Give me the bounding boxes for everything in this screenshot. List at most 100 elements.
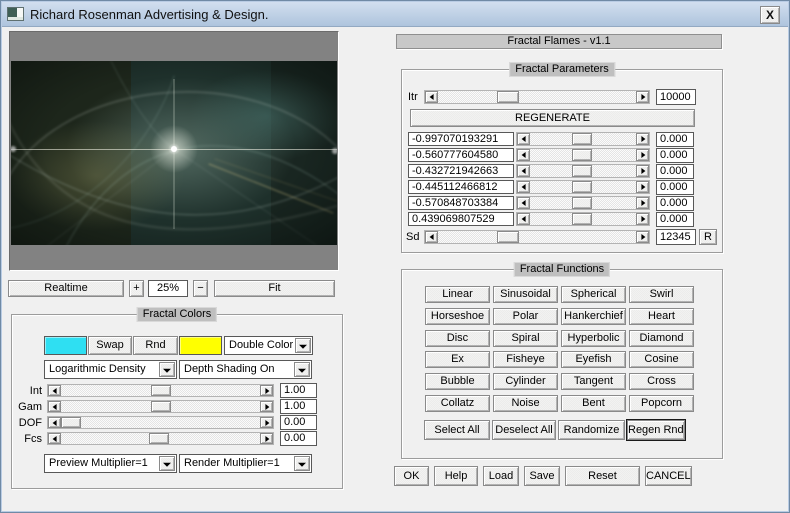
dialog-button-save[interactable]: Save [524,466,560,486]
random-seed-button[interactable]: R [699,229,717,245]
color-swatch-b[interactable] [179,336,222,355]
function-button-heart[interactable]: Heart [629,307,694,325]
function-button-cross[interactable]: Cross [629,373,694,391]
color-swatch-a[interactable] [44,336,87,355]
parameter-scrollbar[interactable] [516,164,650,178]
depth-shading-select[interactable]: Depth Shading On [179,360,312,379]
parameter-delta-field[interactable]: 0.000 [656,147,694,163]
slider-scrollbar[interactable] [47,416,274,429]
scroll-right-button[interactable] [636,213,649,225]
scroll-thumb[interactable] [572,133,593,145]
function-button-bent[interactable]: Bent [561,394,626,412]
dialog-button-reset[interactable]: Reset [565,466,640,486]
scroll-track[interactable] [61,401,260,412]
function-button-cosine[interactable]: Cosine [629,351,694,369]
scroll-left-button[interactable] [48,433,61,444]
parameter-value-input[interactable]: -0.560777604580 [408,148,514,162]
swap-colors-button[interactable]: Swap [88,336,132,355]
function-button-linear[interactable]: Linear [425,286,490,303]
action-button-select-all[interactable]: Select All [424,420,490,440]
regenerate-button[interactable]: REGENERATE [410,109,695,127]
dialog-button-load[interactable]: Load [483,466,519,486]
slider-value-field[interactable]: 1.00 [280,383,317,398]
scroll-right-button[interactable] [260,401,273,412]
dropdown-arrow-icon[interactable] [295,338,311,353]
preview-multiplier-select[interactable]: Preview Multiplier=1 [44,454,177,473]
scroll-track[interactable] [61,417,260,428]
seed-value-field[interactable]: 12345 [656,229,696,245]
close-button[interactable]: X [760,6,780,24]
scroll-right-button[interactable] [260,385,273,396]
scroll-thumb[interactable] [572,181,593,193]
scroll-right-button[interactable] [636,133,649,145]
scroll-right-button[interactable] [636,197,649,209]
function-button-hyperbolic[interactable]: Hyperbolic [561,329,626,347]
scroll-thumb[interactable] [150,401,171,412]
function-button-polar[interactable]: Polar [493,307,558,325]
scroll-track[interactable] [61,385,260,396]
parameter-scrollbar[interactable] [516,196,650,210]
parameter-value-input[interactable]: -0.432721942663 [408,164,514,178]
scroll-left-button[interactable] [425,231,438,243]
scroll-left-button[interactable] [517,165,530,177]
scroll-right-button[interactable] [636,165,649,177]
slider-value-field[interactable]: 0.00 [280,431,317,446]
function-button-cylinder[interactable]: Cylinder [493,373,558,391]
random-colors-button[interactable]: Rnd [133,336,178,355]
slider-scrollbar[interactable] [47,432,274,445]
scroll-left-button[interactable] [517,181,530,193]
function-button-spiral[interactable]: Spiral [493,329,558,347]
scroll-thumb[interactable] [572,213,593,225]
scroll-thumb[interactable] [148,433,169,444]
parameter-delta-field[interactable]: 0.000 [656,131,694,147]
zoom-out-button[interactable]: − [193,280,208,297]
scroll-right-button[interactable] [636,91,649,103]
scroll-thumb[interactable] [572,197,593,209]
action-button-deselect-all[interactable]: Deselect All [492,420,556,440]
fit-button[interactable]: Fit [214,280,335,297]
parameter-scrollbar[interactable] [516,212,650,226]
function-button-tangent[interactable]: Tangent [561,373,626,391]
scroll-right-button[interactable] [636,231,649,243]
double-color-select[interactable]: Double Color [224,336,313,355]
iterations-value-field[interactable]: 10000 [656,89,696,105]
scroll-track[interactable] [61,433,260,444]
scroll-right-button[interactable] [260,433,273,444]
action-button-randomize[interactable]: Randomize [558,420,625,440]
function-button-popcorn[interactable]: Popcorn [629,394,694,412]
scroll-track[interactable] [530,197,636,209]
scroll-track[interactable] [530,181,636,193]
scroll-left-button[interactable] [517,133,530,145]
render-multiplier-select[interactable]: Render Multiplier=1 [179,454,312,473]
parameter-delta-field[interactable]: 0.000 [656,179,694,195]
scroll-track[interactable] [530,213,636,225]
scroll-left-button[interactable] [517,149,530,161]
function-button-collatz[interactable]: Collatz [425,394,490,412]
parameter-scrollbar[interactable] [516,148,650,162]
scroll-thumb[interactable] [497,91,520,103]
parameter-value-input[interactable]: -0.997070193291 [408,132,514,146]
slider-scrollbar[interactable] [47,384,274,397]
slider-scrollbar[interactable] [47,400,274,413]
scroll-right-button[interactable] [636,181,649,193]
seed-scrollbar[interactable] [424,230,650,244]
parameter-value-input[interactable]: 0.439069807529 [408,212,514,226]
zoom-in-button[interactable]: + [129,280,144,297]
scroll-left-button[interactable] [48,417,61,428]
scroll-left-button[interactable] [48,385,61,396]
function-button-noise[interactable]: Noise [493,394,558,412]
parameter-delta-field[interactable]: 0.000 [656,163,694,179]
iterations-scrollbar[interactable] [424,90,650,104]
scroll-thumb[interactable] [572,165,593,177]
scroll-track[interactable] [438,231,636,243]
slider-value-field[interactable]: 0.00 [280,415,317,430]
dropdown-arrow-icon[interactable] [159,362,175,377]
scroll-left-button[interactable] [517,197,530,209]
dialog-button-ok[interactable]: OK [394,466,429,486]
function-button-fisheye[interactable]: Fisheye [493,351,558,369]
dialog-button-help[interactable]: Help [434,466,478,486]
function-button-hankerchief[interactable]: Hankerchief [561,307,626,325]
scroll-right-button[interactable] [260,417,273,428]
parameter-scrollbar[interactable] [516,180,650,194]
scroll-left-button[interactable] [48,401,61,412]
